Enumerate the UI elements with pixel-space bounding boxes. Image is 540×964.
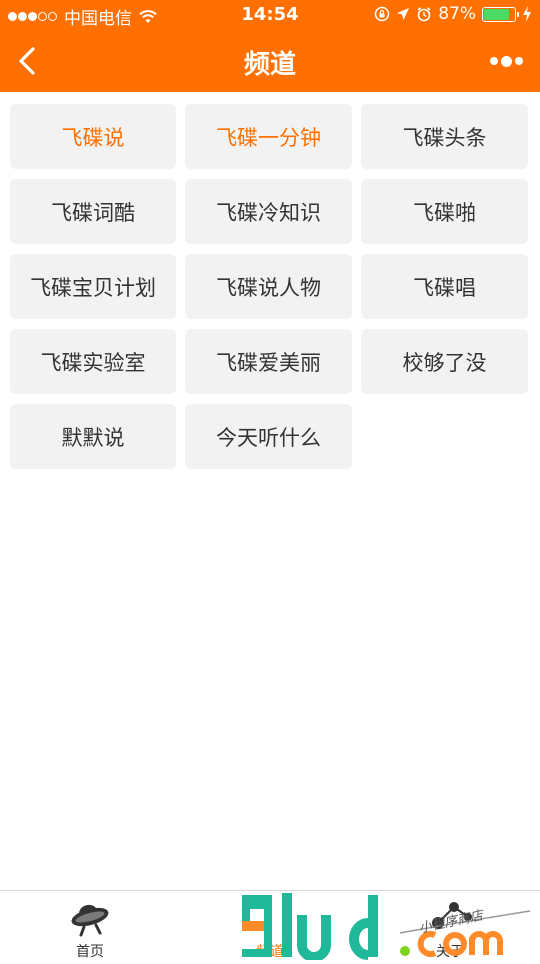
channel-tile[interactable]: 飞碟爱美丽 [185, 329, 352, 394]
tab-bar: 首页 频道 关于 [0, 890, 540, 960]
more-dot-icon [500, 55, 512, 67]
signal-strength-icon [8, 7, 58, 27]
channel-tile[interactable]: 飞碟实验室 [10, 329, 176, 394]
signal-dot [18, 12, 27, 21]
channel-tile[interactable]: 飞碟啪 [361, 179, 528, 244]
more-dot-icon [514, 57, 523, 65]
battery-percent: 87% [438, 4, 476, 24]
rotation-lock-icon [374, 6, 390, 22]
status-bar: 中国电信 14:54 87% [0, 0, 540, 30]
battery-level [484, 8, 510, 20]
page-title: 频道 [243, 50, 296, 80]
channel-tile[interactable]: 飞碟说 [10, 104, 176, 169]
signal-dot [8, 12, 17, 21]
alarm-icon [417, 7, 431, 22]
channel-tile[interactable]: 飞碟唱 [361, 254, 528, 319]
navigation-bar: 频道 [0, 30, 540, 92]
tab-label: 关于 [436, 944, 464, 960]
status-left: 中国电信 [8, 4, 158, 29]
channel-tile[interactable]: 今天听什么 [185, 404, 352, 469]
location-arrow-icon [397, 8, 410, 20]
channel-tile[interactable]: 校够了没 [361, 329, 528, 394]
ufo-icon [71, 904, 109, 937]
channel-tile[interactable]: 飞碟词酷 [10, 179, 176, 244]
signal-dot [38, 12, 47, 21]
channel-grid: 飞碟说 飞碟一分钟 飞碟头条 飞碟词酷 飞碟冷知识 飞碟啪 飞碟宝贝计划 飞碟说… [10, 104, 530, 469]
chevron-left-icon [19, 47, 35, 75]
tab-home[interactable]: 首页 [0, 891, 180, 961]
channel-tile[interactable]: 飞碟头条 [361, 104, 528, 169]
channel-tile[interactable]: 默默说 [10, 404, 176, 469]
channel-tile[interactable]: 飞碟说人物 [185, 254, 352, 319]
tab-label: 频道 [256, 944, 284, 960]
tab-label: 首页 [76, 944, 104, 960]
channel-tile[interactable]: 飞碟宝贝计划 [10, 254, 176, 319]
wifi-icon [139, 9, 157, 23]
more-options-button[interactable] [486, 48, 526, 74]
signal-dot [48, 12, 57, 21]
tab-about[interactable]: 关于 [360, 891, 540, 961]
charging-bolt-icon [523, 6, 531, 22]
battery-icon [482, 6, 519, 22]
more-dot-icon [489, 57, 498, 65]
status-right: 87% [374, 4, 532, 24]
signal-dot [28, 12, 37, 21]
tab-channel[interactable]: 频道 [180, 891, 360, 961]
channel-tile[interactable]: 飞碟冷知识 [185, 179, 352, 244]
channel-tile[interactable]: 飞碟一分钟 [185, 104, 352, 169]
back-button[interactable] [10, 42, 44, 80]
carrier-name: 中国电信 [64, 9, 132, 29]
